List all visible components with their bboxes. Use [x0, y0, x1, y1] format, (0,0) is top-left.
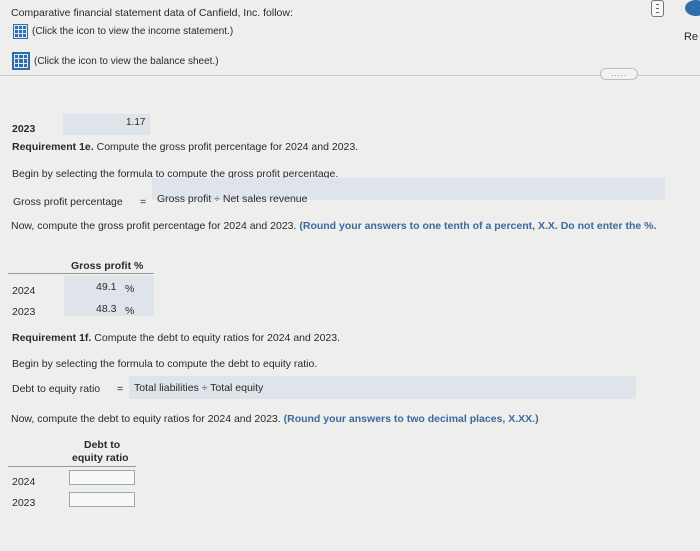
requirement-1f-round-note: (Round your answers to two decimal place… [283, 413, 539, 425]
debt-equity-formula-value[interactable]: Total liabilities ÷ Total equity [134, 382, 263, 394]
requirement-1e-round-note: (Round your answers to one tenth of a pe… [299, 220, 657, 232]
problem-intro: Comparative financial statement data of … [11, 7, 293, 19]
gross-profit-formula-value[interactable]: Gross profit ÷ Net sales revenue [157, 193, 308, 205]
debt-equity-formula-equals: = [117, 383, 124, 395]
balance-sheet-link-text[interactable]: (Click the icon to view the balance shee… [34, 56, 219, 67]
requirement-1e-compute-note: Now, compute the gross profit percentage… [11, 220, 656, 232]
gross-profit-column-header: Gross profit % [71, 260, 144, 272]
requirement-1f-text: Compute the debt to equity ratios for 20… [91, 332, 341, 344]
debt-equity-row-2024-year: 2024 [12, 476, 36, 488]
scroll-handle-icon[interactable] [651, 0, 664, 17]
debt-equity-column-header-line2: equity ratio [72, 452, 129, 464]
year-column-underline [8, 273, 64, 274]
gross-profit-2023-value[interactable]: 48.3 [96, 303, 116, 315]
gross-profit-2023-unit: % [125, 305, 135, 317]
header-underline [64, 273, 154, 274]
balance-sheet-icon[interactable] [12, 52, 30, 70]
side-panel-label[interactable]: Re [684, 31, 698, 43]
debt-header-underline [64, 466, 136, 467]
gross-profit-row-2023-year: 2023 [12, 306, 36, 318]
requirement-1e-now: Now, compute the gross profit percentage… [11, 220, 297, 232]
debt-equity-column-header-line1: Debt to [84, 439, 121, 451]
gross-profit-2024-unit: % [125, 283, 135, 295]
requirement-1e-text: Compute the gross profit percentage for … [93, 141, 359, 153]
requirement-1f-label: Requirement 1f. [12, 332, 92, 344]
expand-divider-button[interactable]: ..... [600, 68, 638, 80]
requirement-1f-now: Now, compute the debt to equity ratios f… [11, 413, 281, 425]
gross-profit-2024-value[interactable]: 49.1 [96, 281, 116, 293]
debt-equity-2023-input[interactable] [69, 492, 135, 507]
income-statement-icon[interactable] [13, 24, 28, 39]
corner-badge[interactable] [685, 0, 700, 16]
debt-equity-row-2023-year: 2023 [12, 497, 36, 509]
requirement-1e-label: Requirement 1e. [12, 141, 94, 153]
requirement-1f-heading: Requirement 1f. Compute the debt to equi… [12, 332, 340, 344]
debt-equity-2024-input[interactable] [69, 470, 135, 485]
previous-row-year: 2023 [12, 123, 36, 135]
income-statement-link-text[interactable]: (Click the icon to view the income state… [32, 26, 233, 37]
requirement-1f-instruction: Begin by selecting the formula to comput… [12, 358, 318, 370]
debt-year-underline [8, 466, 64, 467]
requirement-1f-compute-note: Now, compute the debt to equity ratios f… [11, 413, 539, 425]
debt-equity-formula-label: Debt to equity ratio [12, 383, 101, 395]
income-statement-link[interactable]: (Click the icon to view the income state… [13, 24, 233, 39]
gross-profit-formula-equals: = [140, 196, 147, 208]
section-divider [0, 75, 700, 76]
previous-answer-value: 1.17 [126, 117, 146, 128]
balance-sheet-link[interactable]: (Click the icon to view the balance shee… [12, 52, 219, 70]
gross-profit-row-2024-year: 2024 [12, 285, 36, 297]
gross-profit-formula-label: Gross profit percentage [13, 196, 123, 208]
requirement-1e-heading: Requirement 1e. Compute the gross profit… [12, 141, 358, 153]
